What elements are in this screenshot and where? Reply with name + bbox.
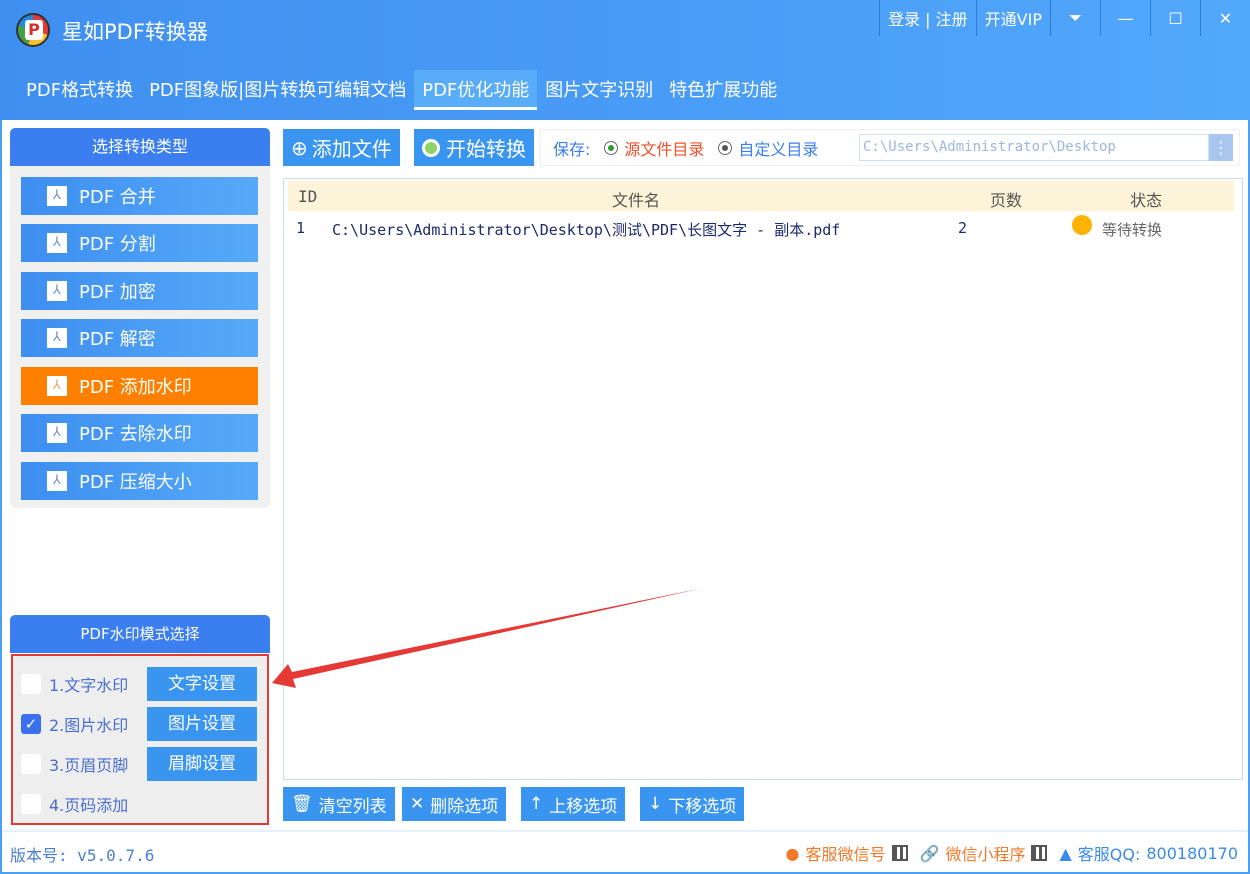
annotation-arrow	[272, 588, 703, 688]
wechat-link[interactable]: 客服微信号	[806, 841, 886, 865]
qq-label: 客服QQ:	[1077, 845, 1141, 864]
status-bar: 版本号: v5.0.7.6 ● 客服微信号 🔗 微信小程序 ▲ 客服QQ: 800180…	[2, 830, 1248, 872]
qq-number[interactable]: 800180170	[1146, 844, 1238, 863]
qq-icon: ▲	[1059, 843, 1072, 863]
wechat-icon: ●	[785, 843, 800, 863]
mini-program-link[interactable]: 微信小程序	[945, 841, 1025, 865]
qr-code-icon[interactable]	[1031, 845, 1048, 861]
link-icon: 🔗	[919, 843, 940, 863]
qr-code-icon[interactable]	[891, 845, 908, 861]
version-label: 版本号: v5.0.7.6	[10, 846, 155, 865]
